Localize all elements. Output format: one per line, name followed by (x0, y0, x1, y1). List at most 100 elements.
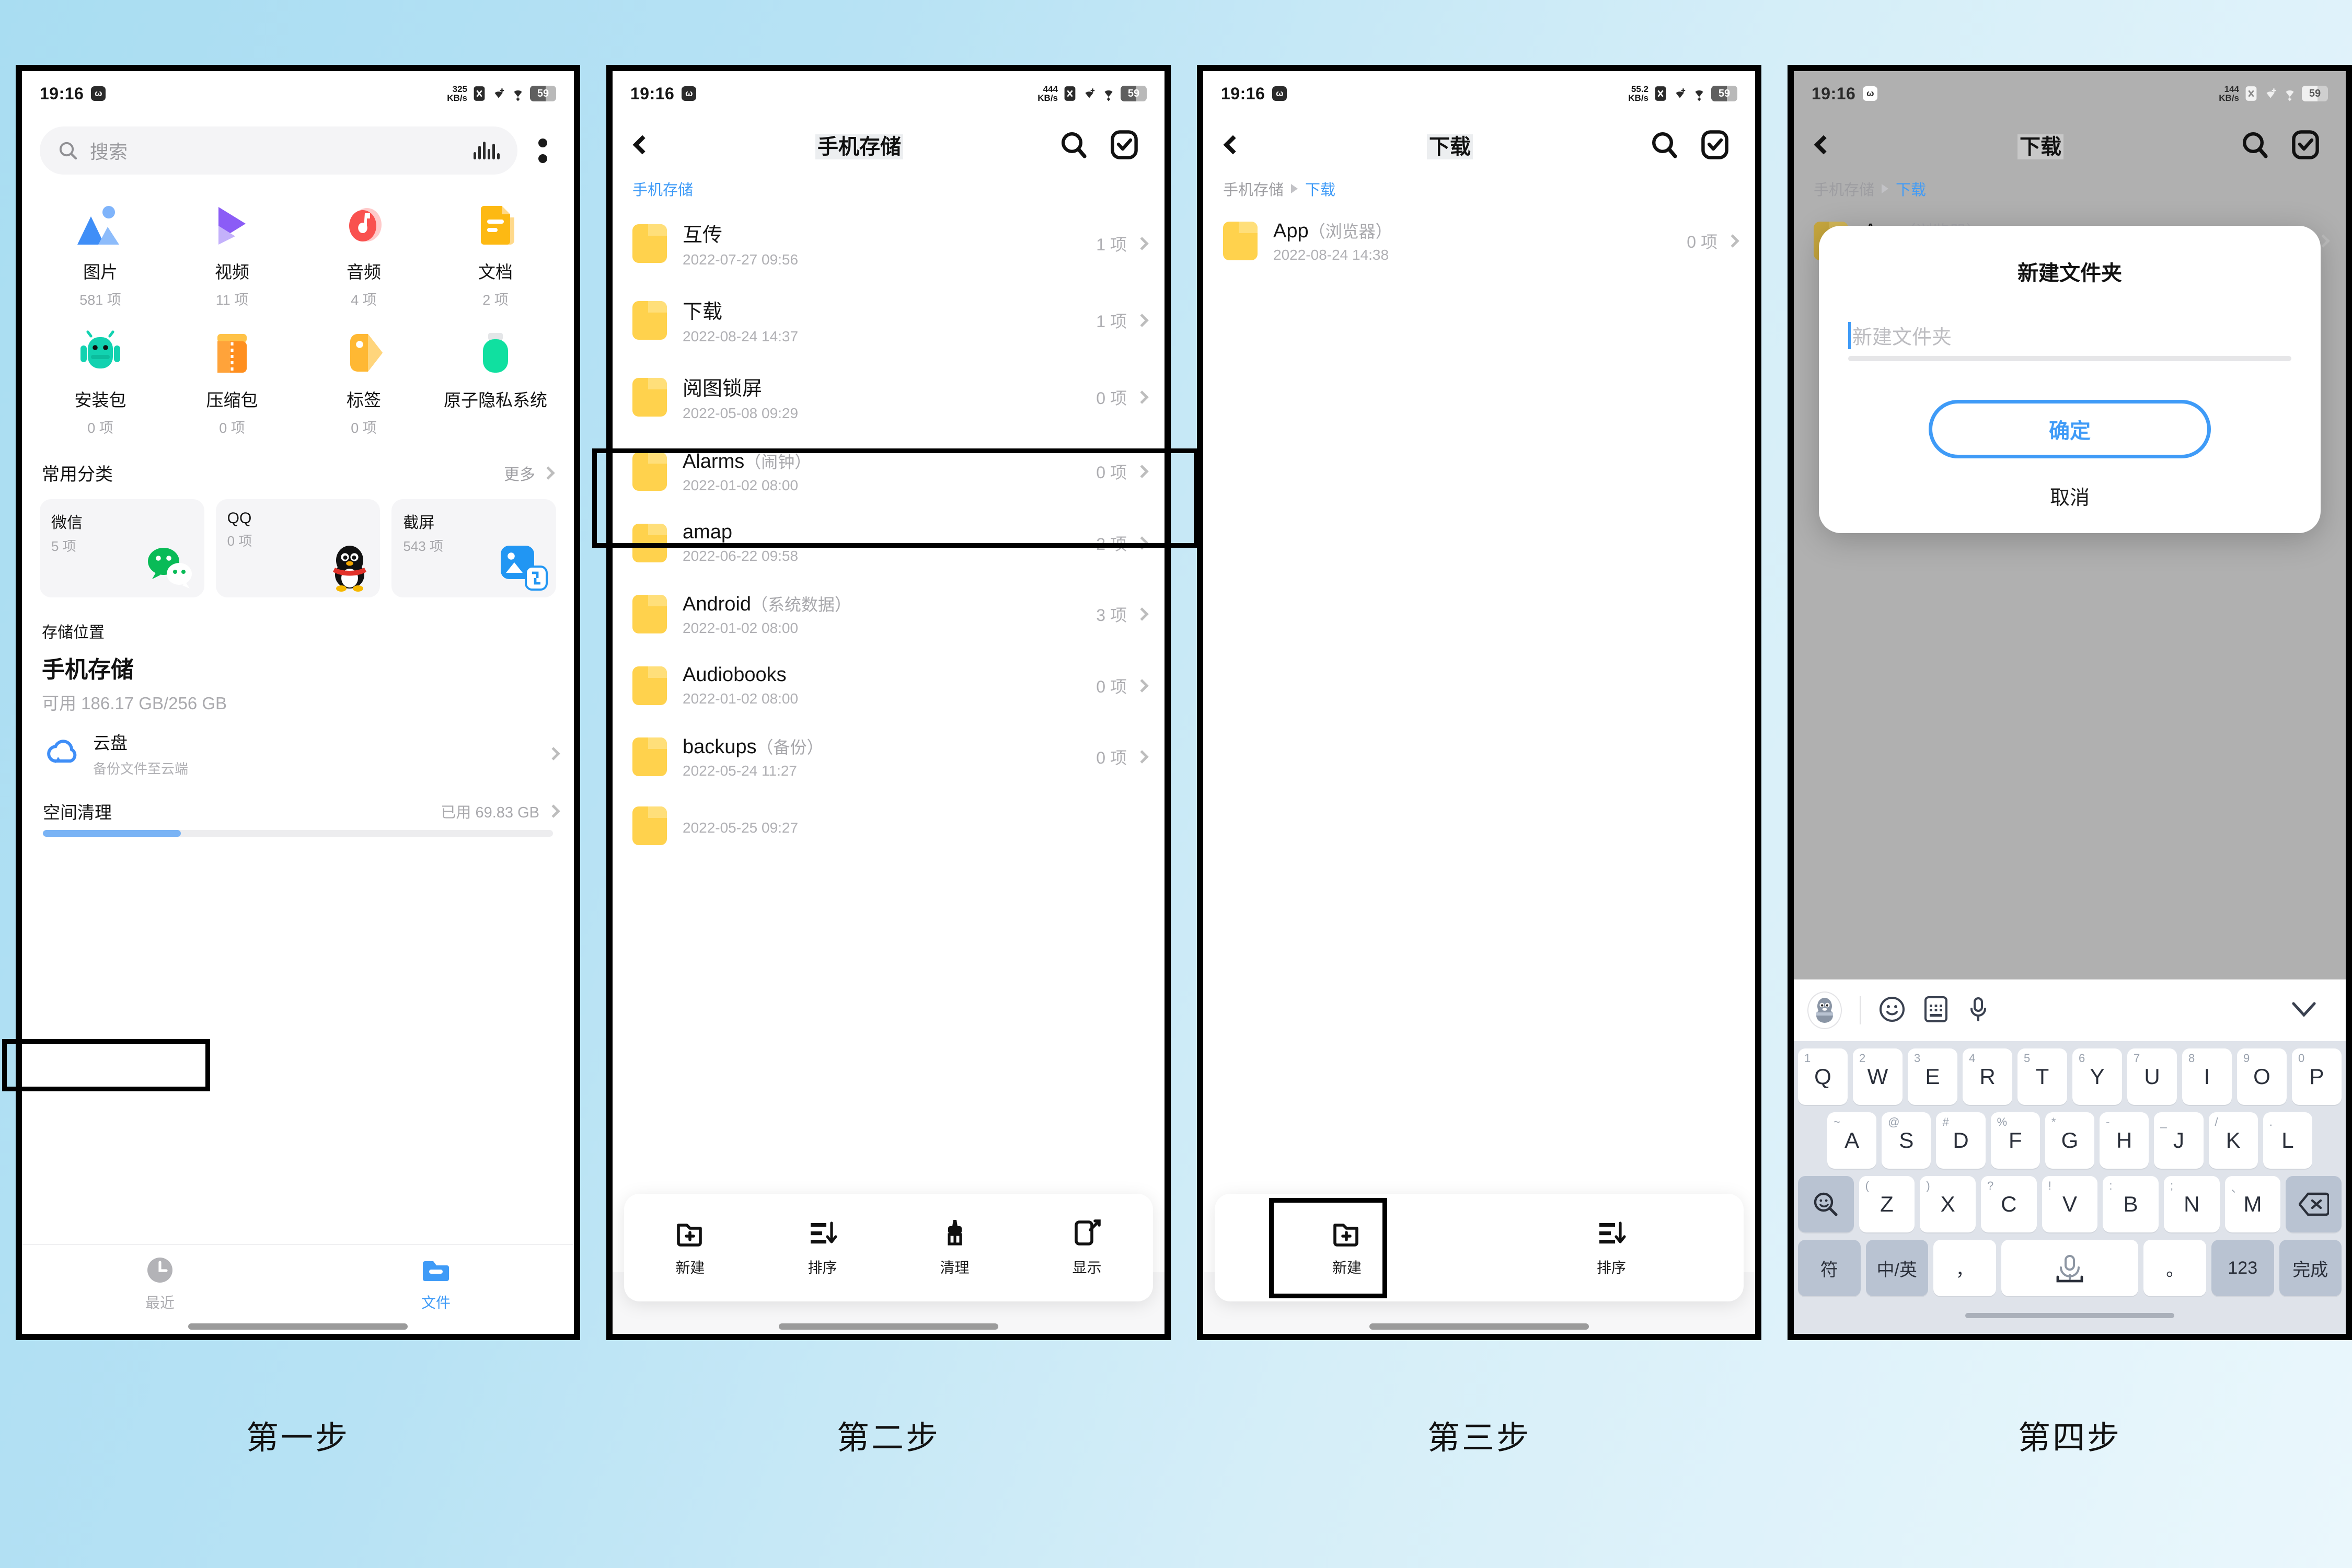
collapse-chevron-icon[interactable] (2290, 1000, 2332, 1021)
category-item-apk[interactable]: 安装包 0 项 (34, 327, 166, 437)
table-row[interactable]: 互传 2022-07-27 09:56 1 项 (613, 205, 1165, 282)
category-label: 音频 (347, 262, 381, 282)
common-section-more[interactable]: 更多 (504, 462, 555, 485)
key-i[interactable]: 8I (2182, 1048, 2232, 1105)
breadcrumb-item[interactable]: 手机存储 (1814, 178, 1874, 200)
table-row[interactable]: Android（系统数据） 2022-01-02 08:00 3 项 (613, 578, 1165, 650)
table-row[interactable]: backups（备份） 2022-05-24 11:27 0 项 (613, 721, 1165, 793)
qq-avatar-icon[interactable] (1807, 991, 1842, 1029)
key-d[interactable]: # D (1936, 1112, 1986, 1169)
key-f[interactable]: % F (1990, 1112, 2040, 1169)
cleanup-row[interactable]: 空间清理 已用 69.83 GB (22, 789, 574, 830)
cloud-chevron (547, 746, 560, 760)
key-b[interactable]: :B (2103, 1176, 2159, 1232)
key-x[interactable]: ) X (1920, 1176, 1976, 1232)
table-row[interactable]: App（浏览器） 2022-08-24 14:38 0 项 (1203, 205, 1755, 277)
search-icon[interactable] (1052, 130, 1097, 159)
table-row[interactable]: amap 2022-06-22 09:58 2 项 (613, 508, 1165, 578)
battery-indicator: 59 (2302, 86, 2328, 101)
select-all-icon[interactable] (2283, 130, 2328, 160)
key-t[interactable]: 5T (2017, 1048, 2067, 1105)
keyboard-icon[interactable] (1923, 995, 1949, 1026)
key-l[interactable]: .L (2263, 1112, 2312, 1169)
back-arrow-icon[interactable] (1221, 135, 1258, 155)
search-icon[interactable] (1642, 130, 1687, 159)
emoji-icon[interactable] (1878, 996, 1906, 1025)
toolbar-button-sort[interactable]: 排序 (756, 1218, 889, 1277)
toolbar-button-sort[interactable]: 排序 (1479, 1218, 1744, 1277)
key-v[interactable]: ! V (2042, 1176, 2098, 1232)
key-language-toggle[interactable]: 中/英 (1865, 1240, 1929, 1296)
key-p[interactable]: 0P (2292, 1048, 2342, 1105)
file-meta: backups（备份） 2022-05-24 11:27 (683, 734, 824, 779)
key-u[interactable]: 7U (2127, 1048, 2177, 1105)
cloud-drive-row[interactable]: 云盘 备份文件至云端 (22, 718, 574, 789)
toolbar-button-new[interactable]: 新建 (1215, 1218, 1479, 1277)
mic-icon[interactable] (1966, 995, 1990, 1026)
key-space[interactable] (2001, 1240, 2139, 1296)
key-done[interactable]: 完成 (2279, 1240, 2342, 1296)
category-item-privacy[interactable]: 原子隐私系统 (430, 327, 561, 437)
app-bar: 下载 (1794, 116, 2346, 165)
key-z[interactable]: (Z (1859, 1176, 1915, 1232)
category-item-videos[interactable]: 视频 11 项 (166, 199, 298, 309)
breadcrumb-item[interactable]: 手机存储 (632, 178, 693, 200)
cancel-button[interactable]: 取消 (1848, 481, 2291, 510)
breadcrumb-item[interactable]: 下载 (1305, 178, 1335, 200)
key-o[interactable]: 9O (2237, 1048, 2287, 1105)
key-comma[interactable]: ， (1933, 1240, 1996, 1296)
app-card-screenshot[interactable]: 截屏 543 项 (391, 499, 556, 597)
table-row[interactable]: 2022-05-25 09:27 (613, 793, 1165, 859)
key-j[interactable]: _ J (2154, 1112, 2204, 1169)
key-n[interactable]: ; N (2164, 1176, 2220, 1232)
confirm-button[interactable]: 确定 (1929, 400, 2211, 458)
category-item-audio[interactable]: 音频 4 项 (298, 199, 430, 309)
step-caption-4: 第四步 (2017, 1420, 2122, 1456)
key-k[interactable]: / K (2208, 1112, 2258, 1169)
key-s[interactable]: @ S (1882, 1112, 1931, 1169)
backspace-icon[interactable] (2286, 1176, 2342, 1232)
category-item-tag[interactable]: 标签 0 项 (298, 327, 430, 437)
key-period[interactable]: 。 (2143, 1240, 2206, 1296)
key-c[interactable]: ? C (1981, 1176, 2037, 1232)
table-row[interactable]: Alarms（闹钟） 2022-01-02 08:00 0 项 (613, 435, 1165, 508)
app-card-wechat[interactable]: 微信 5 项 (40, 499, 204, 597)
key-y[interactable]: 6Y (2072, 1048, 2122, 1105)
kebab-menu-icon[interactable] (527, 138, 558, 163)
toolbar-button-new[interactable]: 新建 (624, 1218, 756, 1277)
table-row[interactable]: 下载 2022-08-24 14:37 1 项 (613, 282, 1165, 359)
select-all-icon[interactable] (1692, 130, 1737, 160)
bottom-toolbar: 新建 排序 (1215, 1194, 1744, 1301)
storage-phone-row[interactable]: 手机存储 可用 186.17 GB/256 GB (22, 648, 574, 718)
key-h[interactable]: -H (2100, 1112, 2149, 1169)
breadcrumb-item[interactable]: 手机存储 (1223, 178, 1284, 200)
waveform-icon[interactable] (474, 142, 500, 159)
search-input[interactable]: 搜索 (40, 126, 517, 175)
select-all-icon[interactable] (1102, 130, 1147, 160)
key-g[interactable]: * G (2045, 1112, 2095, 1169)
table-row[interactable]: Audiobooks 2022-01-02 08:00 0 项 (613, 650, 1165, 721)
category-item-images[interactable]: 图片 581 项 (34, 199, 166, 309)
category-item-archive[interactable]: 压缩包 0 项 (166, 327, 298, 437)
tab-files[interactable]: 文件 (373, 1255, 499, 1312)
category-item-documents[interactable]: 文档 2 项 (430, 199, 561, 309)
key-numeric[interactable]: 123 (2211, 1240, 2274, 1296)
emoji-search-icon[interactable] (1797, 1176, 1854, 1232)
key-r[interactable]: 4R (1963, 1048, 2012, 1105)
app-card-qq[interactable]: QQ 0 项 (215, 499, 381, 597)
key-symbols[interactable]: 符 (1798, 1240, 1861, 1296)
folder-name-input[interactable]: 新建文件夹 (1848, 321, 2291, 361)
tab-recent[interactable]: 最近 (97, 1255, 223, 1312)
table-row[interactable]: 阅图锁屏 2022-05-08 09:29 0 项 (613, 359, 1165, 435)
back-arrow-icon[interactable] (630, 135, 667, 155)
back-arrow-icon[interactable] (1812, 135, 1848, 155)
key-a[interactable]: ~ A (1827, 1112, 1877, 1169)
toolbar-button-display[interactable]: 显示 (1021, 1218, 1153, 1277)
search-icon[interactable] (2233, 130, 2278, 159)
key-m[interactable]: 、 M (2224, 1176, 2281, 1232)
key-e[interactable]: 3E (1908, 1048, 1957, 1105)
key-w[interactable]: 2W (1853, 1048, 1903, 1105)
key-q[interactable]: 1Q (1798, 1048, 1848, 1105)
breadcrumb-item[interactable]: 下载 (1896, 178, 1926, 200)
toolbar-button-clean[interactable]: 清理 (889, 1218, 1021, 1277)
